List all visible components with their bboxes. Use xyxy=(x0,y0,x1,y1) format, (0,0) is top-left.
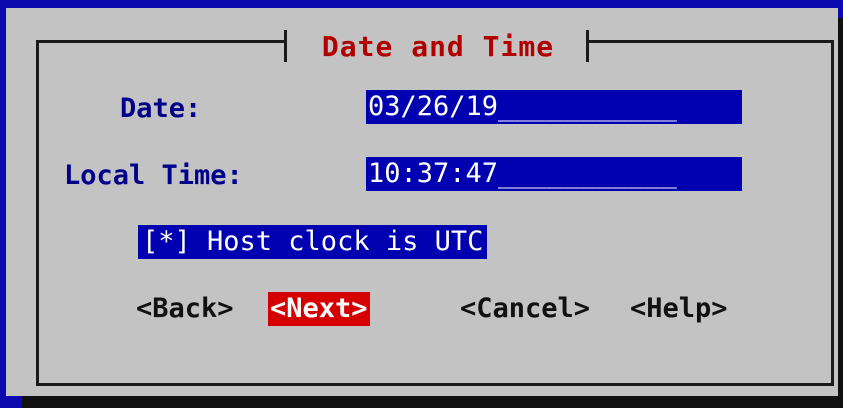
frame-line-top-right xyxy=(588,40,834,43)
date-time-dialog: Date and Time Date: 03/26/19___________ … xyxy=(6,8,838,396)
frame-line-right xyxy=(831,40,834,386)
back-button[interactable]: <Back> xyxy=(136,292,234,326)
dialog-shadow-right xyxy=(838,18,843,408)
cancel-button[interactable]: <Cancel> xyxy=(460,292,590,326)
title-tee-right xyxy=(586,30,589,62)
local-time-field-fill: ___________ xyxy=(498,158,677,189)
date-label: Date: xyxy=(120,93,202,124)
date-field-fill: ___________ xyxy=(498,91,677,122)
date-value: 03/26/19 xyxy=(368,91,499,122)
dialog-shadow xyxy=(22,395,843,408)
frame-line-bottom xyxy=(36,383,834,386)
title-tee-left xyxy=(284,30,287,62)
local-time-field[interactable]: 10:37:47___________ xyxy=(366,157,742,191)
local-time-label: Local Time: xyxy=(64,160,243,191)
local-time-value: 10:37:47 xyxy=(368,158,499,189)
next-button[interactable]: <Next> xyxy=(268,292,370,326)
help-button[interactable]: <Help> xyxy=(630,292,728,326)
dialog-title: Date and Time xyxy=(321,30,555,63)
frame-line-left xyxy=(36,40,39,386)
date-field[interactable]: 03/26/19___________ xyxy=(366,90,742,124)
frame-line-top-left xyxy=(36,40,284,43)
host-clock-utc-checkbox[interactable]: [*] Host clock is UTC xyxy=(138,225,488,259)
